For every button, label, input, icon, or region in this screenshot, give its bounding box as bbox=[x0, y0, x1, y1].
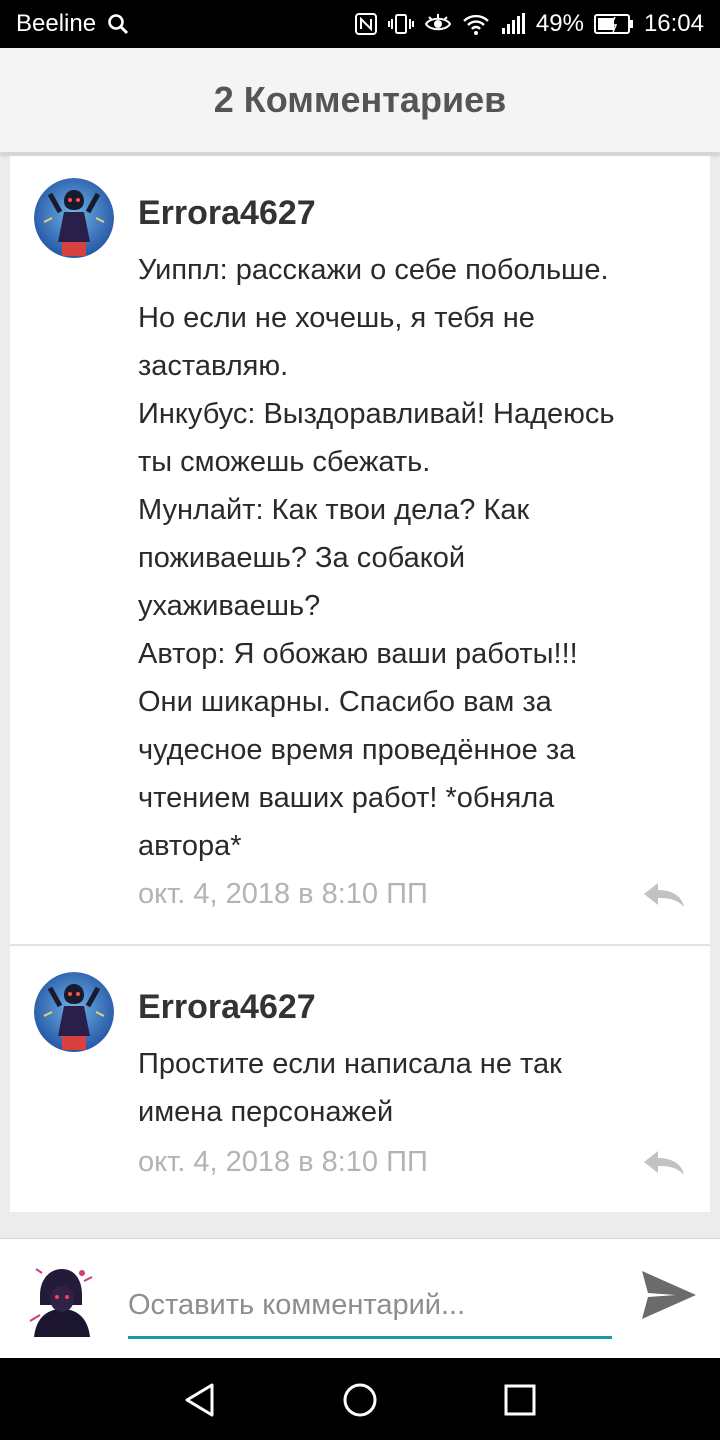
comment-line: ты сможешь сбежать. bbox=[138, 446, 431, 478]
reply-icon[interactable] bbox=[642, 880, 686, 910]
avatar[interactable] bbox=[34, 972, 114, 1052]
comment-line: автора* bbox=[138, 830, 242, 862]
comment-timestamp: окт. 4, 2018 в 8:10 ПП bbox=[138, 878, 428, 910]
eye-icon bbox=[424, 14, 452, 31]
comments-header: 2 Комментариев bbox=[0, 48, 720, 154]
comment-body: Простите если написала не так имена перс… bbox=[138, 1040, 698, 1136]
comment-username[interactable]: Errora4627 bbox=[138, 988, 316, 1027]
comment-timestamp: окт. 4, 2018 в 8:10 ПП bbox=[138, 1146, 428, 1178]
send-icon[interactable] bbox=[640, 1269, 698, 1321]
comment-line: имена персонажей bbox=[138, 1096, 394, 1128]
wifi-icon bbox=[463, 14, 489, 35]
comment-line: Уиппл: расскажи о себе побольше. bbox=[138, 254, 609, 286]
comment-line: поживаешь? За собакой bbox=[138, 542, 466, 574]
recents-icon[interactable] bbox=[502, 1382, 538, 1418]
comment-line: чтением ваших работ! *обняла bbox=[138, 782, 555, 814]
comment-line: Но если не хочешь, я тебя не bbox=[138, 302, 535, 334]
home-icon[interactable] bbox=[342, 1382, 378, 1418]
comment-line: Они шикарны. Спасибо вам за bbox=[138, 686, 552, 718]
battery-icon bbox=[593, 14, 633, 34]
comment-line: Мунлайт: Как твои дела? Как bbox=[138, 494, 530, 526]
status-bar: Beeline 49% 16:04 bbox=[0, 0, 720, 48]
nfc-icon bbox=[354, 13, 377, 35]
comment-line: Простите если написала не так bbox=[138, 1048, 562, 1080]
avatar[interactable] bbox=[34, 178, 114, 258]
back-icon[interactable] bbox=[182, 1382, 218, 1418]
navigation-bar bbox=[0, 1358, 720, 1440]
comment-divider bbox=[10, 944, 710, 946]
comment-line: заставляю. bbox=[138, 350, 289, 382]
comment-username[interactable]: Errora4627 bbox=[138, 194, 316, 233]
vibrate-icon bbox=[387, 14, 414, 34]
page-title: 2 Комментариев bbox=[213, 79, 507, 120]
comment-list[interactable]: Errora4627 Уиппл: расскажи о себе поболь… bbox=[10, 156, 710, 1212]
clock: 16:04 bbox=[643, 10, 704, 37]
comment-composer bbox=[0, 1238, 720, 1359]
search-icon bbox=[108, 14, 129, 35]
comment-body: Уиппл: расскажи о себе побольше. Но если… bbox=[138, 246, 698, 870]
user-avatar[interactable] bbox=[26, 1261, 94, 1337]
comment-line: чудесное время проведённое за bbox=[138, 734, 576, 766]
reply-icon[interactable] bbox=[642, 1148, 686, 1178]
carrier-label: Beeline bbox=[16, 10, 97, 37]
signal-icon bbox=[501, 13, 525, 34]
comment-line: Инкубус: Выздоравливай! Надеюсь bbox=[138, 398, 615, 430]
battery-percent: 49% bbox=[535, 10, 584, 37]
comment-line: Автор: Я обожаю ваши работы!!! bbox=[138, 638, 578, 670]
comment-input[interactable] bbox=[128, 1275, 612, 1339]
comment-line: ухаживаешь? bbox=[138, 590, 321, 622]
